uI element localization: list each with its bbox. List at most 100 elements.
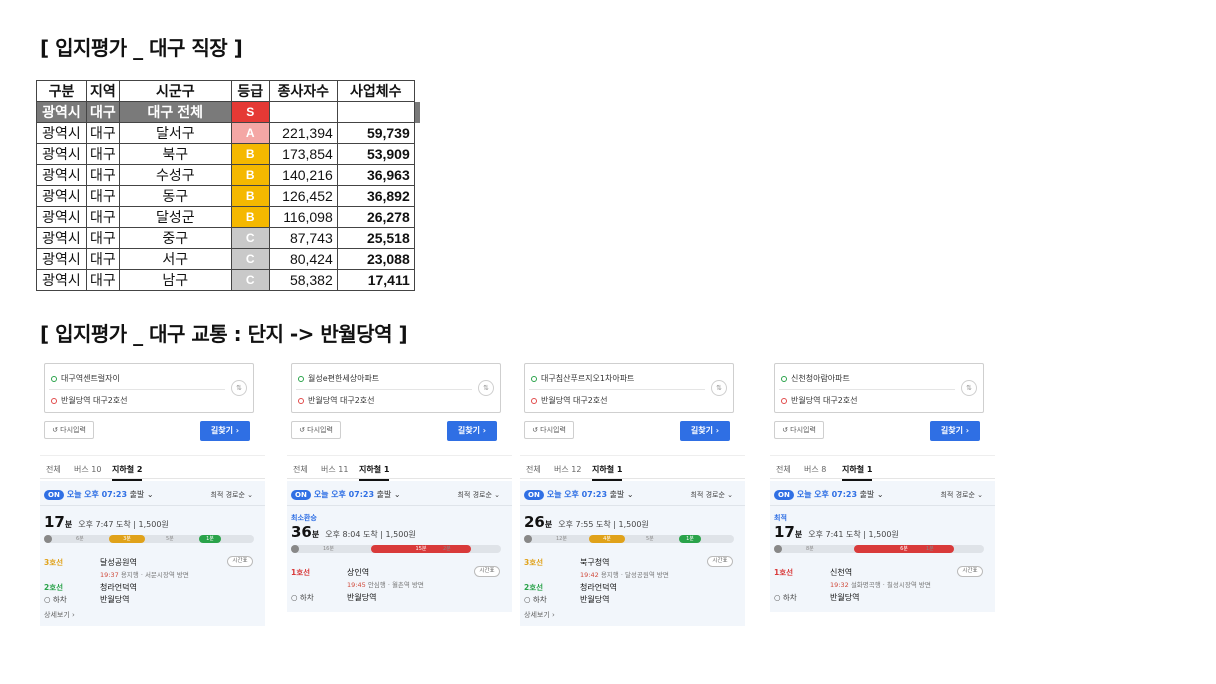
sort-dropdown[interactable]: 최적 경로순 ⌄: [210, 490, 253, 500]
destination-dot-icon: [531, 398, 537, 404]
section-divider: [40, 505, 265, 506]
section-divider: [520, 505, 745, 506]
details-link[interactable]: 상세보기 ›: [524, 610, 555, 620]
find-route-button[interactable]: 길찾기 ›: [680, 421, 730, 441]
cell-workers: 116,098: [268, 206, 338, 228]
departure-row[interactable]: ON 오늘 오후 07:23 출발 ⌄: [291, 489, 401, 500]
section-divider: [287, 505, 512, 506]
route-duration: 36분 오후 8:04 도착 | 1,500원: [291, 523, 416, 541]
tab-bus[interactable]: 버스 11: [321, 464, 348, 475]
walk-icon: [291, 545, 299, 553]
tab-bus[interactable]: 버스 8: [804, 464, 826, 475]
mode-tabs: 전체 버스 12 지하철 1: [520, 455, 745, 481]
departure-suffix: 출발 ⌄: [609, 490, 634, 499]
timetable-button[interactable]: 시간표: [707, 556, 733, 567]
departure-row[interactable]: ON 오늘 오후 07:23 출발 ⌄: [44, 489, 154, 500]
boarding-station: 청라언덕역: [100, 583, 137, 592]
reset-button[interactable]: ↺ 다시입력: [291, 421, 341, 439]
destination-field[interactable]: 반월당역 대구2호선: [781, 395, 858, 406]
alight-station: 반월당역: [580, 595, 610, 604]
reset-button[interactable]: ↺ 다시입력: [44, 421, 94, 439]
mode-tabs: 전체 버스 10 지하철 2: [40, 455, 265, 481]
cell-workers: 140,216: [268, 164, 338, 186]
duration-minutes: 17: [44, 513, 65, 531]
destination-dot-icon: [51, 398, 57, 404]
table-row: 광역시 대구 달성군 B 116,098 26,278: [36, 206, 421, 228]
destination-text: 반월당역 대구2호선: [61, 396, 128, 405]
field-divider: [779, 389, 955, 390]
table-row: 광역시 대구 달서구 A 221,394 59,739: [36, 122, 421, 144]
origin-dot-icon: [298, 376, 304, 382]
swap-icon[interactable]: ⇅: [231, 380, 247, 396]
cell-grade: B: [230, 164, 270, 186]
find-route-button[interactable]: 길찾기 ›: [930, 421, 980, 441]
timetable-button[interactable]: 시간표: [227, 556, 253, 567]
cell-type: 광역시: [36, 227, 87, 249]
cell-district: 대구 전체: [118, 101, 232, 123]
col-header-region: 지역: [86, 80, 120, 102]
cell-district: 서구: [118, 248, 232, 270]
cell-workers: 87,743: [268, 227, 338, 249]
tab-all[interactable]: 전체: [293, 464, 308, 475]
alight-label: ○ 하차: [774, 593, 797, 602]
origin-text: 월성e편한세상아파트: [308, 374, 380, 383]
origin-field[interactable]: 월성e편한세상아파트: [298, 373, 379, 384]
tab-subway[interactable]: 지하철 1: [359, 464, 390, 481]
origin-field[interactable]: 신천청아람아파트: [781, 373, 850, 384]
table-row: 광역시 대구 동구 B 126,452 36,892: [36, 185, 421, 207]
tab-all[interactable]: 전체: [526, 464, 541, 475]
tab-subway[interactable]: 지하철 1: [592, 464, 623, 481]
departure-row[interactable]: ON 오늘 오후 07:23 출발 ⌄: [524, 489, 634, 500]
train-info: 19:37 용지행 · 서문시장역 방면: [100, 569, 189, 579]
sort-dropdown[interactable]: 최적 경로순 ⌄: [457, 490, 500, 500]
destination-field[interactable]: 반월당역 대구2호선: [51, 395, 128, 406]
cell-district: 수성구: [118, 164, 232, 186]
cell-workers: 173,854: [268, 143, 338, 165]
on-toggle[interactable]: ON: [44, 490, 64, 500]
route-duration: 26분 오후 7:55 도착 | 1,500원: [524, 513, 649, 531]
cell-region: 대구: [86, 185, 120, 207]
find-route-button[interactable]: 길찾기 ›: [200, 421, 250, 441]
section-divider: [770, 505, 995, 506]
route-result: ON 오늘 오후 07:23 출발 ⌄ 최적 경로순 ⌄ 26분 오후 7:55 도착 …: [520, 481, 745, 626]
reset-button[interactable]: ↺ 다시입력: [774, 421, 824, 439]
tab-bus[interactable]: 버스 10: [74, 464, 101, 475]
departure-suffix: 출발 ⌄: [859, 490, 884, 499]
route-inputs: 대구역센트럴자이반월당역 대구2호선 ⇅: [44, 363, 254, 413]
subway-line-label: 1호선: [291, 568, 311, 577]
sort-dropdown[interactable]: 최적 경로순 ⌄: [690, 490, 733, 500]
departure-row[interactable]: ON 오늘 오후 07:23 출발 ⌄: [774, 489, 884, 500]
tab-bus[interactable]: 버스 12: [554, 464, 581, 475]
on-toggle[interactable]: ON: [524, 490, 544, 500]
train-time: 19:32: [830, 581, 849, 589]
alight-label: ○ 하차: [291, 593, 314, 602]
workplace-heading: [ 입지평가 _ 대구 직장 ]: [40, 36, 243, 60]
timetable-button[interactable]: 시간표: [957, 566, 983, 577]
route-result: ON 오늘 오후 07:23 출발 ⌄ 최적 경로순 ⌄ 17분 오후 7:47 도착 …: [40, 481, 265, 626]
tab-subway[interactable]: 지하철 1: [842, 464, 873, 481]
cell-type: 광역시: [36, 164, 87, 186]
cell-type: 광역시: [36, 101, 87, 123]
on-toggle[interactable]: ON: [774, 490, 794, 500]
cell-region: 대구: [86, 269, 120, 291]
tab-all[interactable]: 전체: [46, 464, 61, 475]
swap-icon[interactable]: ⇅: [711, 380, 727, 396]
destination-field[interactable]: 반월당역 대구2호선: [298, 395, 375, 406]
destination-dot-icon: [298, 398, 304, 404]
timetable-button[interactable]: 시간표: [474, 566, 500, 577]
sort-dropdown[interactable]: 최적 경로순 ⌄: [940, 490, 983, 500]
reset-button[interactable]: ↺ 다시입력: [524, 421, 574, 439]
route-card: 신천청아람아파트반월당역 대구2호선 ⇅ ↺ 다시입력 길찾기 › 전체 버스 8 지하철 …: [770, 355, 995, 612]
origin-dot-icon: [51, 376, 57, 382]
swap-icon[interactable]: ⇅: [961, 380, 977, 396]
find-route-button[interactable]: 길찾기 ›: [447, 421, 497, 441]
details-link[interactable]: 상세보기 ›: [44, 610, 75, 620]
tab-all[interactable]: 전체: [776, 464, 791, 475]
on-toggle[interactable]: ON: [291, 490, 311, 500]
destination-field[interactable]: 반월당역 대구2호선: [531, 395, 608, 406]
origin-field[interactable]: 대구침산푸르지오1차아파트: [531, 373, 634, 384]
tab-subway[interactable]: 지하철 2: [112, 464, 143, 481]
origin-field[interactable]: 대구역센트럴자이: [51, 373, 120, 384]
cell-grade: C: [230, 227, 270, 249]
swap-icon[interactable]: ⇅: [478, 380, 494, 396]
